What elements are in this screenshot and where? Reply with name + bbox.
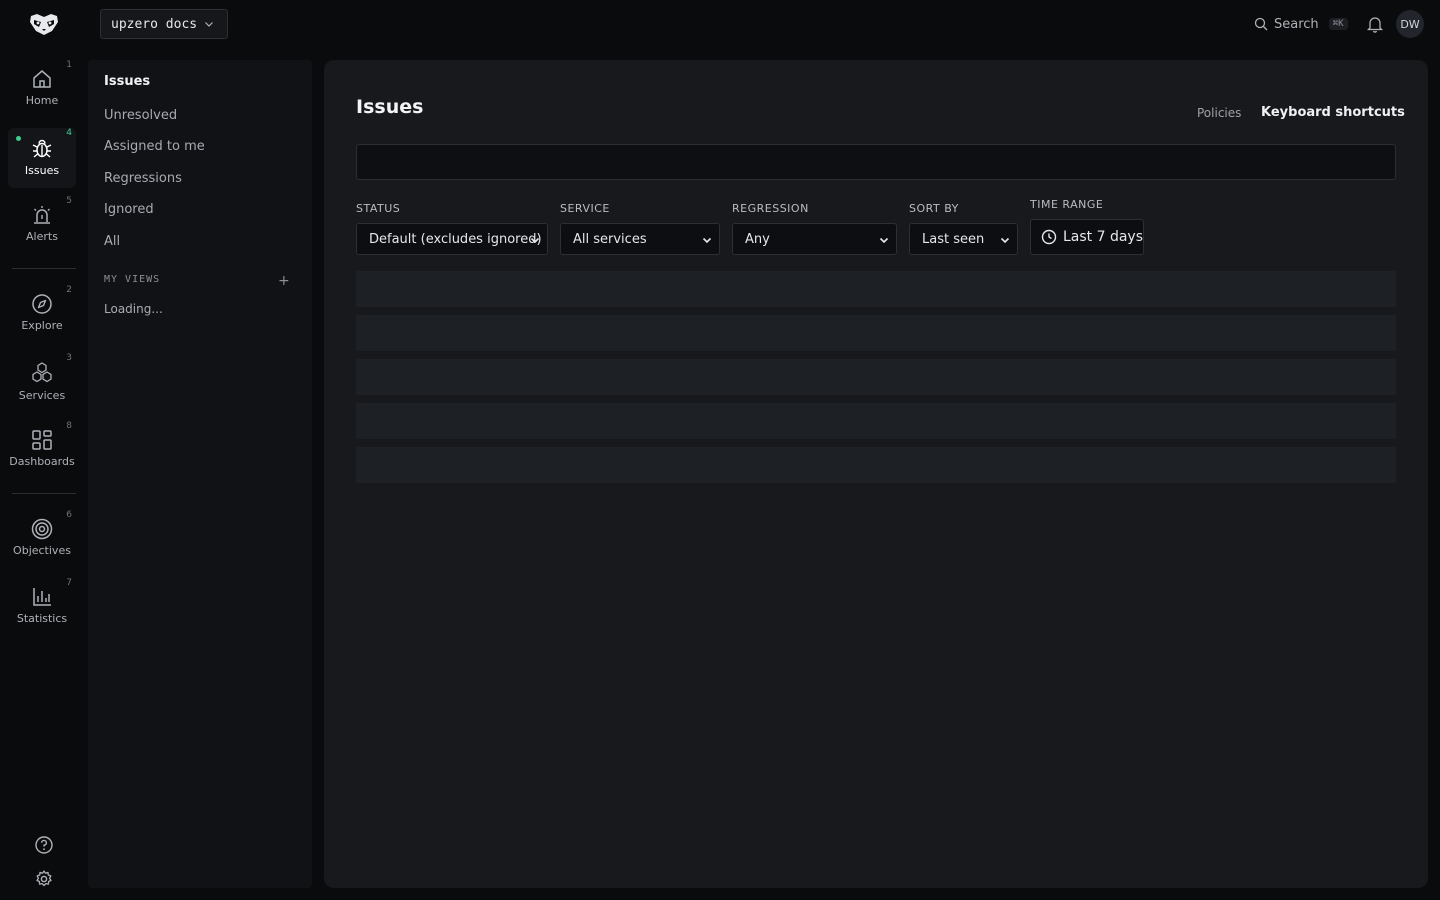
- bug-icon: [32, 139, 52, 158]
- shortcut-number: 6: [66, 510, 72, 520]
- rail-item-label: Objectives: [13, 544, 71, 557]
- subnav-link-ignored[interactable]: Ignored: [104, 202, 154, 217]
- time-range-button[interactable]: Last 7 days: [1030, 219, 1144, 255]
- primary-nav-rail: 1 Home 4 Issues 5 Alerts 2 Explore 3 Ser…: [0, 48, 88, 900]
- rail-item-label: Home: [25, 94, 59, 107]
- project-name: upzero docs: [111, 16, 198, 32]
- raccoon-logo-icon[interactable]: [28, 10, 60, 38]
- loading-skeleton-row: [356, 403, 1396, 439]
- issues-sub-navigation: Issues Unresolved Assigned to me Regress…: [88, 60, 312, 888]
- rail-item-alerts[interactable]: 5 Alerts: [8, 196, 76, 256]
- issues-search-input[interactable]: [356, 144, 1396, 180]
- chevron-down-icon: [702, 237, 712, 244]
- views-loading-text: Loading...: [104, 302, 163, 316]
- my-views-heading: MY VIEWS: [104, 274, 161, 285]
- shortcut-number: 8: [66, 421, 72, 431]
- rail-divider: [12, 493, 76, 494]
- subnav-link-all[interactable]: All: [104, 234, 120, 249]
- subnav-link-assigned-to-me[interactable]: Assigned to me: [104, 139, 205, 154]
- shortcut-number: 1: [66, 60, 72, 70]
- search-label: Search: [1274, 16, 1319, 32]
- cubes-icon: [32, 362, 52, 383]
- rail-item-label: Services: [18, 389, 66, 402]
- target-icon: [31, 518, 53, 540]
- chevron-down-icon: [205, 22, 213, 27]
- time-range-label: TIME RANGE: [1030, 198, 1104, 211]
- keyboard-shortcuts-button[interactable]: Keyboard shortcuts: [1261, 105, 1405, 120]
- rail-item-label: Dashboards: [9, 455, 75, 468]
- page-title: Issues: [356, 96, 424, 118]
- bell-icon[interactable]: [1366, 15, 1384, 33]
- add-view-button[interactable]: +: [278, 273, 290, 289]
- chevron-down-icon: [1000, 237, 1010, 244]
- rail-item-label: Alerts: [26, 230, 58, 243]
- sort-by-select[interactable]: Last seen: [909, 223, 1018, 255]
- rail-divider: [12, 268, 76, 269]
- main-content-panel: Issues Policies Keyboard shortcuts STATU…: [324, 60, 1428, 888]
- regression-filter-label: REGRESSION: [732, 202, 809, 215]
- service-filter-value: All services: [573, 231, 647, 247]
- active-indicator-dot: [16, 136, 21, 141]
- shortcut-number: 2: [66, 285, 72, 295]
- regression-filter-select[interactable]: Any: [732, 223, 897, 255]
- rail-item-explore[interactable]: 2 Explore: [8, 285, 76, 345]
- loading-skeleton-row: [356, 271, 1396, 307]
- help-icon[interactable]: [34, 835, 54, 855]
- rail-item-home[interactable]: 1 Home: [8, 60, 76, 120]
- loading-skeleton-row: [356, 315, 1396, 351]
- shortcut-number: 7: [66, 578, 72, 588]
- rail-item-statistics[interactable]: 7 Statistics: [8, 578, 76, 638]
- status-filter-label: STATUS: [356, 202, 401, 215]
- search-shortcut-badge: ⌘K: [1328, 18, 1348, 30]
- compass-icon: [32, 294, 52, 314]
- rail-item-issues[interactable]: 4 Issues: [8, 128, 76, 188]
- sort-by-value: Last seen: [922, 231, 985, 247]
- user-avatar[interactable]: DW: [1396, 10, 1424, 38]
- service-filter-select[interactable]: All services: [560, 223, 720, 255]
- policies-link[interactable]: Policies: [1197, 106, 1241, 120]
- top-bar: upzero docs Search ⌘K DW: [0, 0, 1440, 48]
- subnav-link-regressions[interactable]: Regressions: [104, 171, 182, 186]
- bar-chart-icon: [33, 588, 51, 606]
- time-range-value: Last 7 days: [1063, 229, 1144, 245]
- rail-item-dashboards[interactable]: 8 Dashboards: [8, 421, 76, 481]
- shortcut-number: 3: [66, 353, 72, 363]
- shortcut-number: 5: [66, 196, 72, 206]
- loading-skeleton-row: [356, 359, 1396, 395]
- chevron-down-icon: [530, 237, 540, 244]
- rail-item-label: Issues: [24, 164, 60, 177]
- loading-skeleton-row: [356, 447, 1396, 483]
- rail-item-label: Statistics: [16, 612, 68, 625]
- global-search-button[interactable]: Search ⌘K: [1254, 12, 1348, 36]
- home-icon: [33, 70, 51, 88]
- grid-icon: [32, 430, 52, 450]
- chevron-down-icon: [879, 237, 889, 244]
- rail-item-label: Explore: [21, 319, 63, 332]
- sort-by-label: SORT BY: [909, 202, 959, 215]
- status-filter-value: Default (excludes ignored): [369, 231, 542, 247]
- search-icon: [1254, 17, 1268, 31]
- regression-filter-value: Any: [745, 231, 770, 247]
- clock-icon: [1041, 229, 1057, 245]
- shortcut-number: 4: [66, 128, 72, 138]
- project-switcher[interactable]: upzero docs: [100, 9, 228, 39]
- service-filter-label: SERVICE: [560, 202, 610, 215]
- subnav-link-unresolved[interactable]: Unresolved: [104, 108, 177, 123]
- siren-icon: [34, 206, 50, 224]
- rail-item-objectives[interactable]: 6 Objectives: [8, 510, 76, 570]
- subnav-title[interactable]: Issues: [104, 74, 150, 89]
- status-filter-select[interactable]: Default (excludes ignored): [356, 223, 548, 255]
- rail-item-services[interactable]: 3 Services: [8, 353, 76, 413]
- settings-gear-icon[interactable]: [34, 869, 54, 889]
